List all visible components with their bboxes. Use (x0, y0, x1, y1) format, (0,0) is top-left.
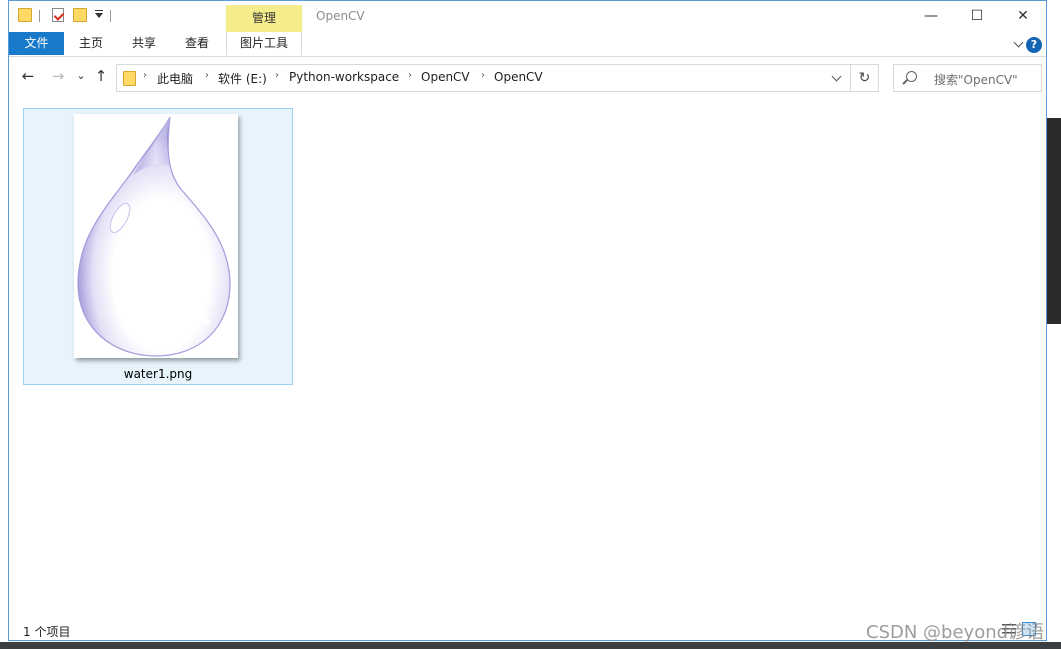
toolbar-separator (39, 10, 40, 22)
new-folder-icon[interactable] (73, 8, 87, 22)
maximize-button[interactable]: ☐ (954, 1, 1000, 32)
properties-icon[interactable] (52, 8, 64, 22)
breadcrumb-python-workspace[interactable]: Python-workspace (289, 70, 399, 84)
back-button[interactable]: ← (18, 66, 38, 86)
background-window-left (0, 0, 8, 649)
water-drop-thumbnail-icon (74, 114, 238, 358)
file-item-selected[interactable]: water1.png (23, 108, 293, 385)
item-count-label: 1 个项目 (23, 625, 71, 639)
recent-locations-button[interactable]: ⌄ (71, 66, 91, 86)
breadcrumb-opencv-current[interactable]: OpenCV (494, 70, 543, 84)
forward-button[interactable]: → (48, 66, 68, 86)
expand-ribbon-icon[interactable] (1013, 37, 1024, 48)
search-placeholder: 搜索"OpenCV" (934, 73, 1018, 87)
chevron-right-icon: › (205, 70, 209, 81)
csdn-watermark: CSDN @beyond谚语 (866, 622, 1045, 643)
customize-toolbar-dropdown-icon[interactable] (95, 10, 103, 18)
background-window-right-dark (1047, 118, 1061, 324)
address-history-dropdown-icon[interactable] (831, 71, 842, 82)
up-button[interactable]: ↑ (91, 66, 111, 86)
breadcrumb-drive-e[interactable]: 软件 (E:) (218, 70, 267, 87)
minimize-button[interactable]: — (908, 1, 954, 32)
tab-view[interactable]: 查看 (177, 32, 217, 55)
file-explorer-window: 管理 OpenCV — ☐ ✕ 文件 主页 共享 查看 图片工具 ? ← → ⌄… (8, 0, 1047, 641)
navigation-bar: ← → ⌄ ↑ › 此电脑 › 软件 (E:) › Python-workspa… (9, 56, 1046, 96)
tab-home[interactable]: 主页 (71, 32, 111, 55)
close-icon: ✕ (1017, 8, 1029, 24)
refresh-button[interactable]: ↻ (851, 64, 879, 92)
chevron-right-icon: › (481, 70, 485, 81)
close-button[interactable]: ✕ (1000, 1, 1046, 32)
tab-share[interactable]: 共享 (124, 32, 164, 55)
chevron-right-icon: › (143, 70, 147, 81)
maximize-icon: ☐ (970, 8, 984, 24)
tab-file[interactable]: 文件 (9, 32, 64, 55)
breadcrumb-this-pc[interactable]: 此电脑 (157, 70, 193, 87)
minimize-icon: — (924, 8, 938, 24)
tab-picture-tools[interactable]: 图片工具 (226, 32, 302, 55)
chevron-right-icon: › (408, 70, 412, 81)
toolbar-separator (110, 10, 111, 22)
folder-icon (123, 71, 136, 86)
folder-icon[interactable] (18, 8, 32, 22)
search-icon (906, 71, 917, 82)
window-title: OpenCV (316, 9, 365, 23)
file-name-label: water1.png (123, 367, 193, 381)
background-window-right (1047, 0, 1061, 649)
search-input[interactable]: 搜索"OpenCV" (893, 64, 1042, 92)
file-list-area[interactable]: water1.png (9, 96, 1046, 619)
ribbon-tab-bar: 文件 主页 共享 查看 图片工具 ? (9, 32, 1046, 57)
title-bar: 管理 OpenCV — ☐ ✕ (9, 1, 1046, 32)
manage-contextual-tab[interactable]: 管理 (226, 5, 302, 32)
help-icon[interactable]: ? (1026, 37, 1042, 53)
chevron-right-icon: › (275, 70, 279, 81)
breadcrumb-opencv-parent[interactable]: OpenCV (421, 70, 470, 84)
address-bar[interactable]: › 此电脑 › 软件 (E:) › Python-workspace › Ope… (116, 64, 851, 92)
